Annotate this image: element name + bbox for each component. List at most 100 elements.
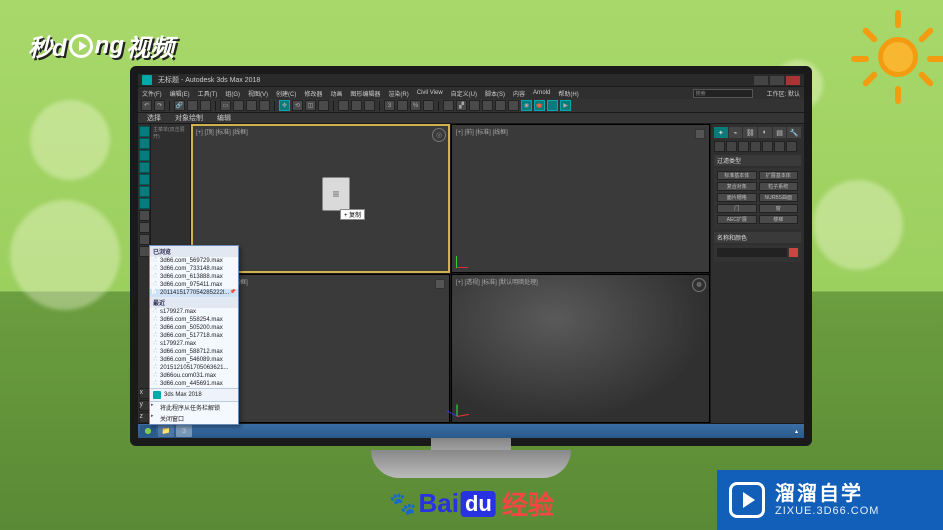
cameras-icon[interactable]: [750, 141, 761, 152]
workspace-label[interactable]: 工作区: 默认: [767, 89, 800, 98]
select-region-button[interactable]: [246, 100, 257, 111]
jumplist-item[interactable]: 3d66.com_445691.max: [150, 380, 238, 388]
ribbon-tool[interactable]: [139, 126, 150, 137]
layer-button[interactable]: [482, 100, 493, 111]
unlink-button[interactable]: [187, 100, 198, 111]
name-input[interactable]: [717, 248, 787, 257]
helpers-icon[interactable]: [762, 141, 773, 152]
ribbon-tool[interactable]: [139, 198, 150, 209]
motion-tab[interactable]: ◐: [758, 127, 772, 138]
menu-item[interactable]: 文件(F): [142, 89, 162, 98]
align-button[interactable]: [469, 100, 480, 111]
render-frame-button[interactable]: [547, 100, 558, 111]
viewport-perspective[interactable]: [+] [透视] [标准] [默认明暗处理] ☸: [451, 274, 710, 423]
tray-icon[interactable]: ▴: [795, 428, 798, 435]
menu-item[interactable]: 图形编辑器: [350, 89, 380, 98]
shading-menu-icon[interactable]: ◎: [432, 128, 446, 142]
system-tray[interactable]: ▴: [795, 428, 802, 435]
ribbon-tool-x[interactable]: x: [139, 388, 150, 399]
scale-button[interactable]: ◫: [305, 100, 316, 111]
menu-item[interactable]: 脚本(S): [485, 89, 505, 98]
menu-item[interactable]: 渲染(R): [388, 89, 408, 98]
drag-file-icon[interactable]: [322, 177, 350, 211]
coord-y-field[interactable]: [349, 438, 393, 446]
material-editor-button[interactable]: ◉: [521, 100, 532, 111]
menu-item[interactable]: 帮助(H): [558, 89, 578, 98]
schematic-button[interactable]: [508, 100, 519, 111]
jumplist-item[interactable]: 3d66.com_733148.max: [150, 265, 238, 273]
type-button[interactable]: NURBS曲面: [759, 193, 799, 202]
placement-button[interactable]: [318, 100, 329, 111]
link-button[interactable]: 🔗: [174, 100, 185, 111]
jumplist-item[interactable]: 3d66.com_975411.max: [150, 281, 238, 289]
jumplist-item[interactable]: 2015121051705063621...: [150, 364, 238, 372]
type-button[interactable]: 扩展基本体: [759, 171, 799, 180]
taskbar-explorer[interactable]: 📁: [158, 425, 174, 437]
minimize-button[interactable]: [754, 76, 768, 85]
manip-button[interactable]: [364, 100, 375, 111]
menu-item[interactable]: 修改器: [304, 89, 322, 98]
redo-button[interactable]: ↷: [154, 100, 165, 111]
type-button[interactable]: 面片栅格: [717, 193, 757, 202]
render-setup-button[interactable]: 🫖: [534, 100, 545, 111]
menu-item[interactable]: 内容: [513, 89, 525, 98]
viewport-label[interactable]: [+] [顶] [标准] [线框]: [196, 127, 248, 136]
ribbon-tool-z[interactable]: z: [139, 412, 150, 423]
type-button[interactable]: 窗: [759, 204, 799, 213]
jumplist-close-window[interactable]: 关闭窗口: [150, 413, 238, 424]
viewcube-icon[interactable]: [435, 279, 445, 289]
viewport-label[interactable]: [+] [前] [标准] [线框]: [456, 127, 508, 136]
maximize-button[interactable]: [770, 76, 784, 85]
type-button[interactable]: 门: [717, 204, 757, 213]
rollout-header[interactable]: 过滤类型: [714, 155, 801, 166]
jumplist-item[interactable]: 3d66.com_588712.max: [150, 348, 238, 356]
move-button[interactable]: ✥: [279, 100, 290, 111]
snap-button[interactable]: 3: [384, 100, 395, 111]
color-swatch[interactable]: [789, 248, 798, 257]
menu-item[interactable]: Arnold: [533, 90, 550, 96]
curve-editor-button[interactable]: [495, 100, 506, 111]
jumplist-item[interactable]: 3d66ou.com031.max: [150, 372, 238, 380]
ribbon-tab[interactable]: 选择: [141, 113, 167, 123]
refcoord-button[interactable]: [338, 100, 349, 111]
menu-item[interactable]: 组(G): [225, 89, 240, 98]
jumplist-item[interactable]: 3d66.com_569729.max: [150, 257, 238, 265]
menu-item[interactable]: 工具(T): [198, 89, 218, 98]
geometry-icon[interactable]: [714, 141, 725, 152]
percent-snap-button[interactable]: %: [410, 100, 421, 111]
menu-item[interactable]: 自定义(U): [451, 89, 477, 98]
utilities-tab[interactable]: 🔧: [787, 127, 801, 138]
jumplist-item[interactable]: 3d66.com_558254.max: [150, 316, 238, 324]
pivot-button[interactable]: [351, 100, 362, 111]
close-button[interactable]: [786, 76, 800, 85]
window-crossing-button[interactable]: [259, 100, 270, 111]
ribbon-tool[interactable]: [139, 162, 150, 173]
display-tab[interactable]: ▤: [773, 127, 787, 138]
jumplist-item[interactable]: 3d66.com_613888.max: [150, 273, 238, 281]
type-button[interactable]: 楼梯: [759, 215, 799, 224]
ribbon-tool[interactable]: [139, 246, 150, 257]
ribbon-tool[interactable]: [139, 186, 150, 197]
viewcube-icon[interactable]: [695, 129, 705, 139]
named-sel-button[interactable]: [443, 100, 454, 111]
jumplist-unpin[interactable]: 将此程序从任务栏解锁: [150, 402, 238, 413]
systems-icon[interactable]: [786, 141, 797, 152]
search-input[interactable]: 搜索: [693, 89, 753, 98]
ribbon-tool[interactable]: [139, 234, 150, 245]
coord-x-field[interactable]: [296, 438, 340, 446]
create-tab[interactable]: ✦: [714, 127, 728, 138]
mirror-button[interactable]: ▞: [456, 100, 467, 111]
jumplist-item[interactable]: 3d66.com_505200.max: [150, 324, 238, 332]
ribbon-tab[interactable]: 编辑: [211, 113, 237, 123]
menu-item[interactable]: 视图(V): [248, 89, 268, 98]
hierarchy-tab[interactable]: ⛓: [743, 127, 757, 138]
viewport-label[interactable]: [+] [透视] [标准] [默认明暗处理]: [456, 277, 538, 286]
ribbon-tool[interactable]: [139, 150, 150, 161]
steering-wheel-icon[interactable]: ☸: [692, 278, 706, 292]
ribbon-tool[interactable]: [139, 174, 150, 185]
jumplist-item[interactable]: 3d66.com_546089.max: [150, 356, 238, 364]
rollout-header[interactable]: 名称和颜色: [714, 232, 801, 243]
jumplist-item-selected[interactable]: 2011415177054285222l...: [150, 289, 238, 297]
type-button[interactable]: 标准基本体: [717, 171, 757, 180]
ribbon-tool[interactable]: [139, 138, 150, 149]
